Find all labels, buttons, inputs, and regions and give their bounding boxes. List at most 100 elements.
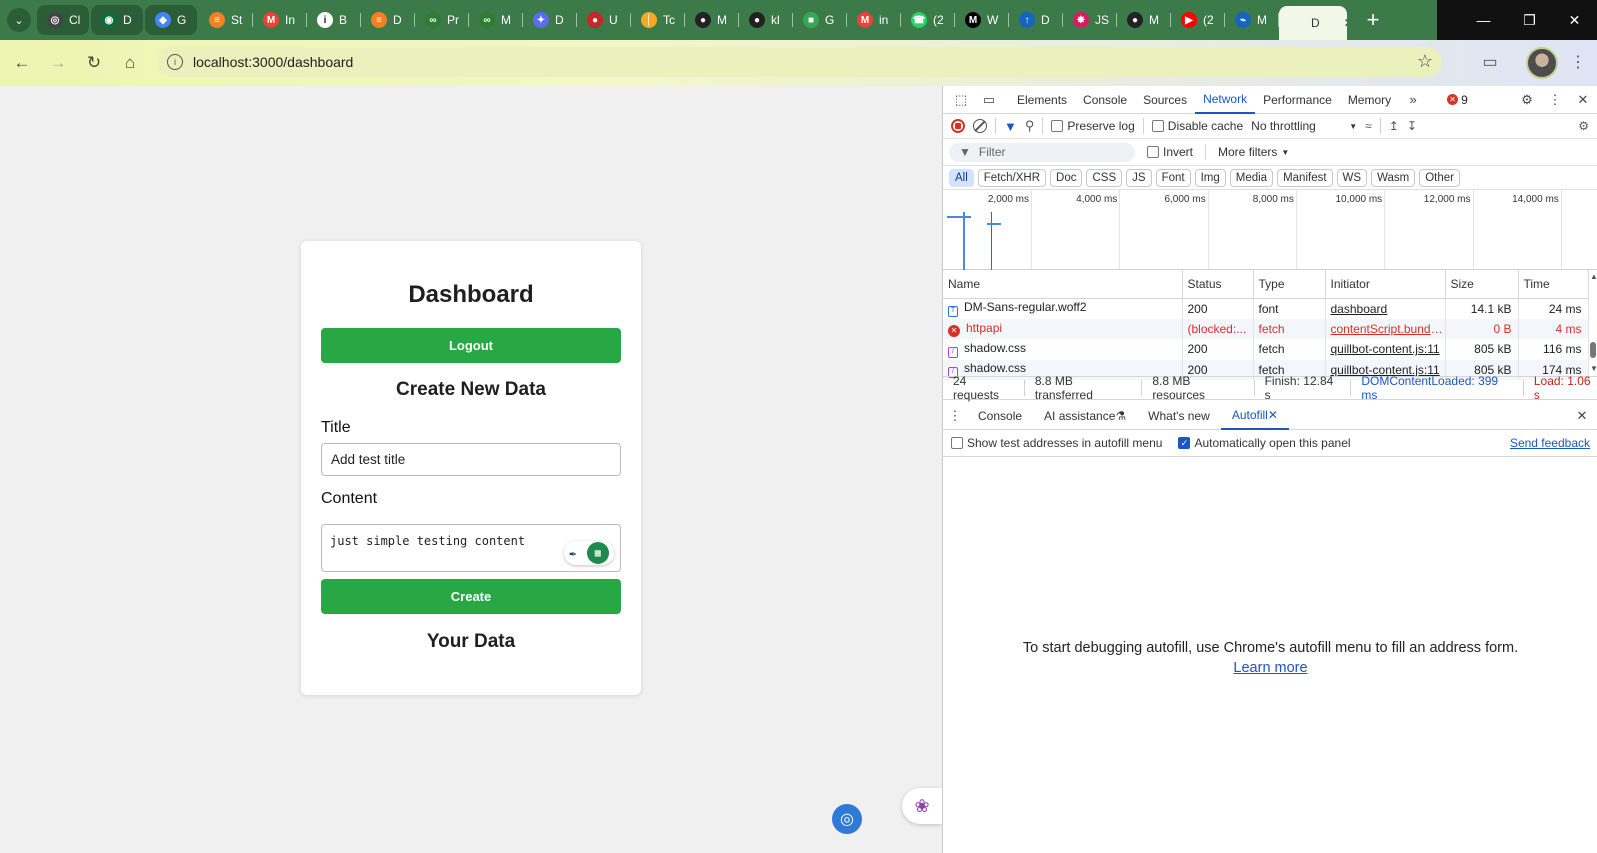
browser-tab[interactable]: ✦ D [523,5,577,35]
type-filter-ws[interactable]: WS [1336,168,1368,187]
network-conditions-icon[interactable]: ≈ [1365,119,1372,133]
address-bar[interactable]: i localhost:3000/dashboard ☆ [157,47,1442,77]
devtools-tab-network[interactable]: Network [1195,86,1256,114]
content-textarea[interactable]: just simple testing content ✒ ▦ [321,524,621,572]
browser-tab[interactable]: ⌁ M [1225,5,1279,35]
clear-log-icon[interactable] [973,119,987,133]
scroll-up-icon[interactable]: ▲ [1590,272,1597,281]
devtools-menu-icon[interactable]: ⋮ [1541,86,1569,114]
drawer-menu-icon[interactable]: ⋮ [943,402,967,430]
type-filter-wasm[interactable]: Wasm [1371,168,1416,187]
title-input[interactable]: Add test title [321,443,621,476]
type-filter-other[interactable]: Other [1419,168,1460,187]
restore-icon[interactable]: ❐ [1507,0,1552,40]
browser-tab[interactable]: ∞ Pr [415,5,469,35]
feather-icon[interactable]: ✒ [569,546,576,560]
learn-more-link[interactable]: Learn more [1233,660,1307,676]
filter-funnel-icon[interactable]: ▼ [1004,119,1017,134]
browser-tab[interactable]: │ Tc [631,5,685,35]
checkbox-box[interactable] [1051,120,1064,132]
back-icon[interactable]: ← [6,47,38,79]
browser-tab[interactable]: ✸ JS [1063,5,1117,35]
close-devtools-icon[interactable]: ✕ [1569,86,1597,114]
stop-recording-icon[interactable] [951,119,965,133]
device-toolbar-icon[interactable]: ▭ [975,86,1003,114]
browser-tab[interactable]: ■ G [793,5,847,35]
checkbox-box[interactable] [1151,120,1164,132]
column-header-name[interactable]: Name [943,270,1183,299]
browser-tab[interactable]: ● M [685,5,739,35]
type-filter-doc[interactable]: Doc [1050,168,1083,187]
type-filter-css[interactable]: CSS [1086,168,1123,187]
cell-initiator[interactable]: contentScript.bundle.j [1325,318,1446,339]
minimize-icon[interactable]: — [1461,0,1506,40]
type-filter-font[interactable]: Font [1155,168,1191,187]
show-test-addresses-checkbox[interactable]: Show test addresses in autofill menu [951,436,1162,450]
inspect-element-icon[interactable]: ⬚ [947,86,975,114]
drawer-tab-autofill[interactable]: Autofill ✕ [1220,402,1289,430]
send-feedback-link[interactable]: Send feedback [1510,436,1590,450]
close-window-icon[interactable]: ✕ [1552,0,1597,40]
error-badge[interactable]: ✕ 9 [1447,93,1468,107]
column-header-size[interactable]: Size [1445,270,1519,299]
browser-menu-icon[interactable]: ⋮ [1568,47,1588,77]
invert-checkbox[interactable]: Invert [1147,145,1193,159]
extensions-icon[interactable]: ▭ [1475,47,1505,77]
bot-icon[interactable]: ▦ [586,542,609,564]
bookmark-star-icon[interactable]: ☆ [1417,51,1433,72]
devtools-tab-elements[interactable]: Elements [1009,86,1075,114]
devtools-tab-performance[interactable]: Performance [1255,86,1340,114]
column-header-initiator[interactable]: Initiator [1325,270,1446,299]
devtools-tab-sources[interactable]: Sources [1135,86,1195,114]
drawer-tab-what-s-new[interactable]: What's new [1137,402,1221,430]
browser-tab[interactable]: Min [847,5,901,35]
forward-icon[interactable]: → [42,47,74,79]
drawer-tab-console[interactable]: Console [967,402,1033,430]
settings-gear-icon[interactable]: ⚙ [1513,86,1541,114]
disable-cache-checkbox[interactable]: Disable cache [1151,119,1243,133]
browser-tab[interactable]: ▶ (2 [1171,5,1225,35]
browser-tab[interactable]: ☎ (2 [901,5,955,35]
column-header-type[interactable]: Type [1253,270,1326,299]
browser-tab[interactable]: iB [307,5,361,35]
browser-tab[interactable]: ◎ Cl [37,5,89,35]
checkbox-box[interactable] [951,437,963,449]
browser-tab[interactable]: ◉ D [91,5,143,35]
export-har-icon[interactable]: ↧ [1407,119,1417,133]
close-tab-icon[interactable]: ✕ [1268,408,1278,422]
type-filter-img[interactable]: Img [1194,168,1226,187]
checkbox-checked[interactable]: ✓ [1178,437,1191,449]
content-text[interactable]: just simple testing content [330,534,525,548]
browser-tab[interactable]: MW [955,5,1009,35]
site-info-icon[interactable]: i [167,54,183,70]
scroll-thumb[interactable] [1590,342,1596,358]
scroll-down-icon[interactable]: ▼ [1590,364,1597,373]
home-icon[interactable]: ⌂ [114,47,146,79]
create-button[interactable]: Create [321,579,621,614]
browser-tab[interactable]: M In [253,5,307,35]
auto-open-checkbox[interactable]: ✓ Automatically open this panel [1178,436,1351,450]
avatar[interactable] [1526,47,1558,79]
column-header-time[interactable]: Time [1518,270,1589,299]
cell-initiator[interactable]: dashboard [1325,298,1446,319]
brain-extension-icon[interactable]: ❀ [902,788,942,824]
close-drawer-icon[interactable]: ✕ [1568,402,1596,430]
network-settings-icon[interactable]: ⚙ [1578,119,1589,133]
logout-button[interactable]: Logout [321,328,621,363]
filter-input[interactable]: ▼ Filter [949,142,1135,162]
table-row[interactable]: ✕ httpapi (blocked:... fetch contentScript.b… [943,318,1589,339]
browser-tab[interactable]: ● kl [739,5,793,35]
devtools-tab-console[interactable]: Console [1075,86,1135,114]
throttling-select[interactable]: No throttling ▼ [1251,119,1357,133]
type-filter-media[interactable]: Media [1229,168,1274,187]
type-filter-js[interactable]: JS [1126,168,1152,187]
url-text[interactable]: localhost:3000/dashboard [193,54,353,70]
writing-assistant-widget[interactable]: ✒ ▦ [564,541,614,565]
type-filter-manifest[interactable]: Manifest [1277,168,1333,187]
more-filters-dropdown[interactable]: More filters ▼ [1218,145,1289,159]
drawer-tab-ai-assistance[interactable]: AI assistance ⚗ [1033,402,1137,430]
new-tab-button[interactable]: + [1359,6,1387,34]
browser-tab[interactable]: ≡ D [361,5,415,35]
close-tab-icon[interactable]: ✕ [1344,16,1347,30]
table-scrollbar[interactable]: ▲ ▼ [1588,272,1597,376]
